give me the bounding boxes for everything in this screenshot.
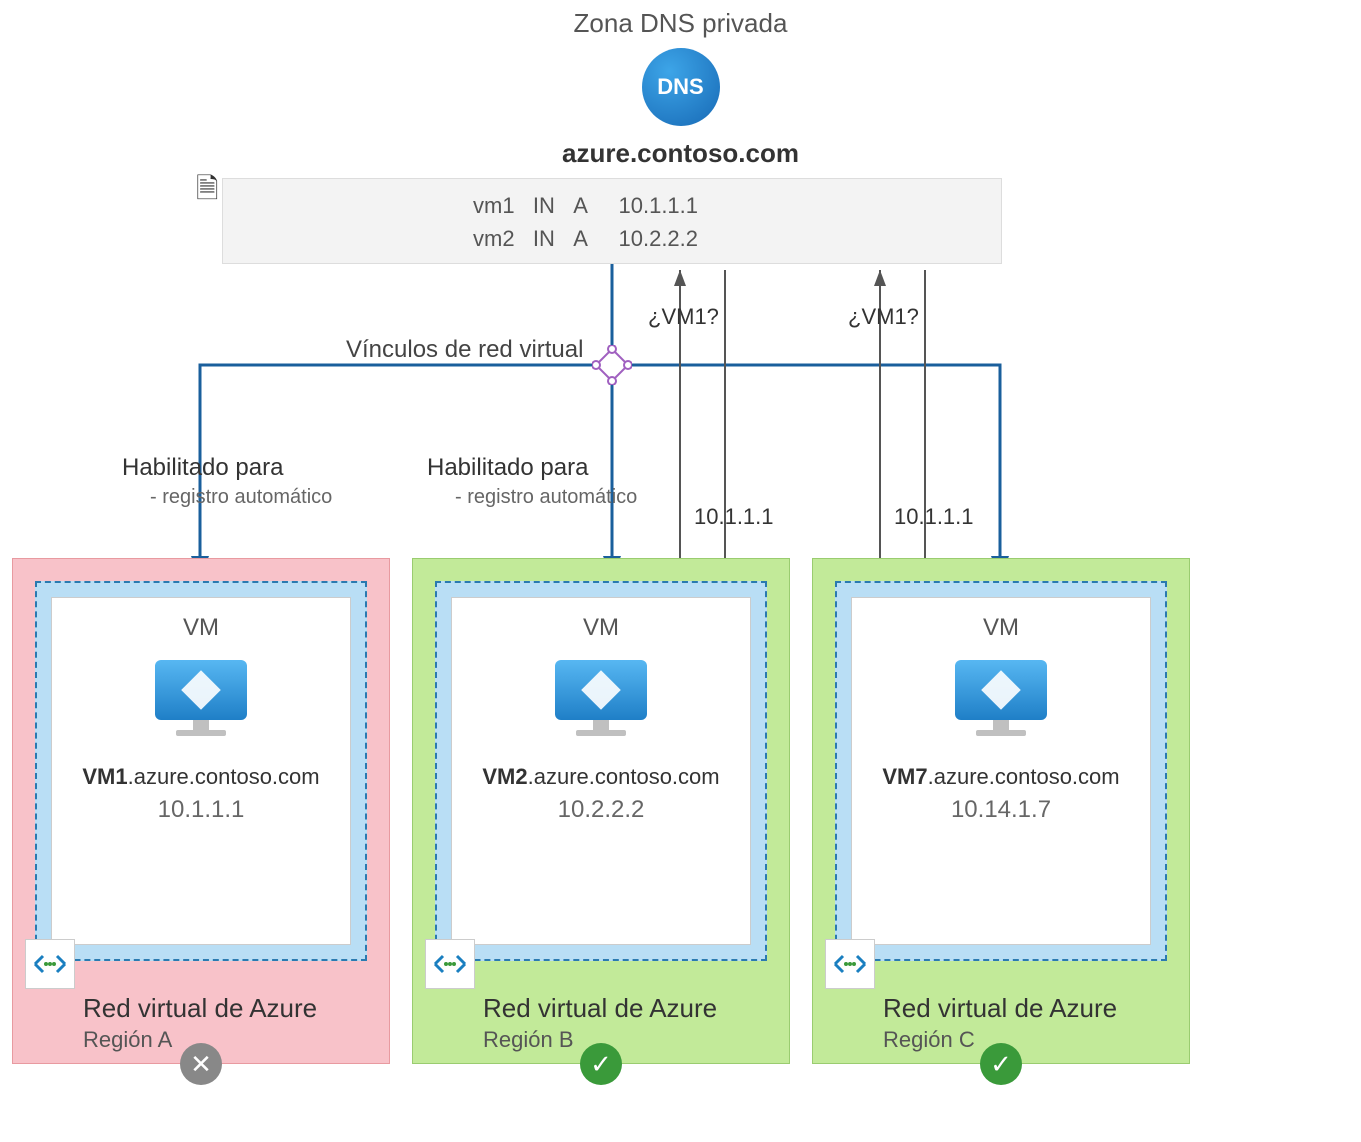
region-label-b: Región B xyxy=(483,1027,574,1053)
region-label-a: Región A xyxy=(83,1027,172,1053)
region-box-a: VM VM1.azure.contoso.com 10.1.1.1 Red vi… xyxy=(12,558,390,1064)
vnet-box-c: VM VM7.azure.contoso.com 10.14.1.7 xyxy=(835,581,1167,961)
dns-record-row: vm1 IN A 10.1.1.1 xyxy=(473,189,751,222)
vm-fqdn-c: VM7.azure.contoso.com xyxy=(852,764,1150,790)
vnet-box-b: VM VM2.azure.contoso.com 10.2.2.2 xyxy=(435,581,767,961)
vm-fqdn-a: VM1.azure.contoso.com xyxy=(52,764,350,790)
status-ok-icon: ✓ xyxy=(580,1043,622,1085)
answer-ip-b: 10.1.1.1 xyxy=(694,504,774,530)
document-icon: 🗎 xyxy=(196,168,219,216)
answer-ip-c: 10.1.1.1 xyxy=(894,504,974,530)
vnet-icon xyxy=(825,939,875,989)
vnet-icon xyxy=(425,939,475,989)
vm-monitor-icon xyxy=(955,660,1047,734)
dns-domain-name: azure.contoso.com xyxy=(0,138,1361,169)
vnet-title-c: Red virtual de Azure xyxy=(883,993,1117,1024)
vnet-title-a: Red virtual de Azure xyxy=(83,993,317,1024)
dns-icon-label: DNS xyxy=(657,74,703,100)
dns-record-row: vm2 IN A 10.2.2.2 xyxy=(473,222,751,255)
auto-reg-subtitle-a: - registro automático xyxy=(150,486,332,509)
auto-reg-enabled-label-b: Habilitado para xyxy=(427,454,588,482)
query-vm1-b: ¿VM1? xyxy=(648,304,719,330)
vm-label-a: VM xyxy=(52,614,350,642)
auto-reg-subtitle-b: - registro automático xyxy=(455,486,637,509)
vnet-box-a: VM VM1.azure.contoso.com 10.1.1.1 xyxy=(35,581,367,961)
vm-label-b: VM xyxy=(452,614,750,642)
query-vm1-c: ¿VM1? xyxy=(848,304,919,330)
dns-records-box: vm1 IN A 10.1.1.1 vm2 IN A 10.2.2.2 xyxy=(222,178,1002,264)
status-fail-icon: ✕ xyxy=(180,1043,222,1085)
vm-fqdn-b: VM2.azure.contoso.com xyxy=(452,764,750,790)
vm-ip-b: 10.2.2.2 xyxy=(452,796,750,824)
region-box-c: VM VM7.azure.contoso.com 10.14.1.7 Red v… xyxy=(812,558,1190,1064)
vm-monitor-icon xyxy=(555,660,647,734)
vnet-links-label: Vínculos de red virtual xyxy=(346,336,583,364)
auto-reg-enabled-label-a: Habilitado para xyxy=(122,454,283,482)
vnet-title-b: Red virtual de Azure xyxy=(483,993,717,1024)
vnet-link-icon xyxy=(592,345,632,385)
vm-ip-c: 10.14.1.7 xyxy=(852,796,1150,824)
vm-card-b: VM VM2.azure.contoso.com 10.2.2.2 xyxy=(451,597,751,945)
vm-label-c: VM xyxy=(852,614,1150,642)
vm-monitor-icon xyxy=(155,660,247,734)
region-box-b: VM VM2.azure.contoso.com 10.2.2.2 Red vi… xyxy=(412,558,790,1064)
vm-ip-a: 10.1.1.1 xyxy=(52,796,350,824)
vm-card-c: VM VM7.azure.contoso.com 10.14.1.7 xyxy=(851,597,1151,945)
dns-icon: DNS xyxy=(642,48,720,126)
dns-zone-title: Zona DNS privada xyxy=(0,8,1361,39)
vnet-icon xyxy=(25,939,75,989)
vm-card-a: VM VM1.azure.contoso.com 10.1.1.1 xyxy=(51,597,351,945)
region-label-c: Región C xyxy=(883,1027,975,1053)
status-ok-icon: ✓ xyxy=(980,1043,1022,1085)
